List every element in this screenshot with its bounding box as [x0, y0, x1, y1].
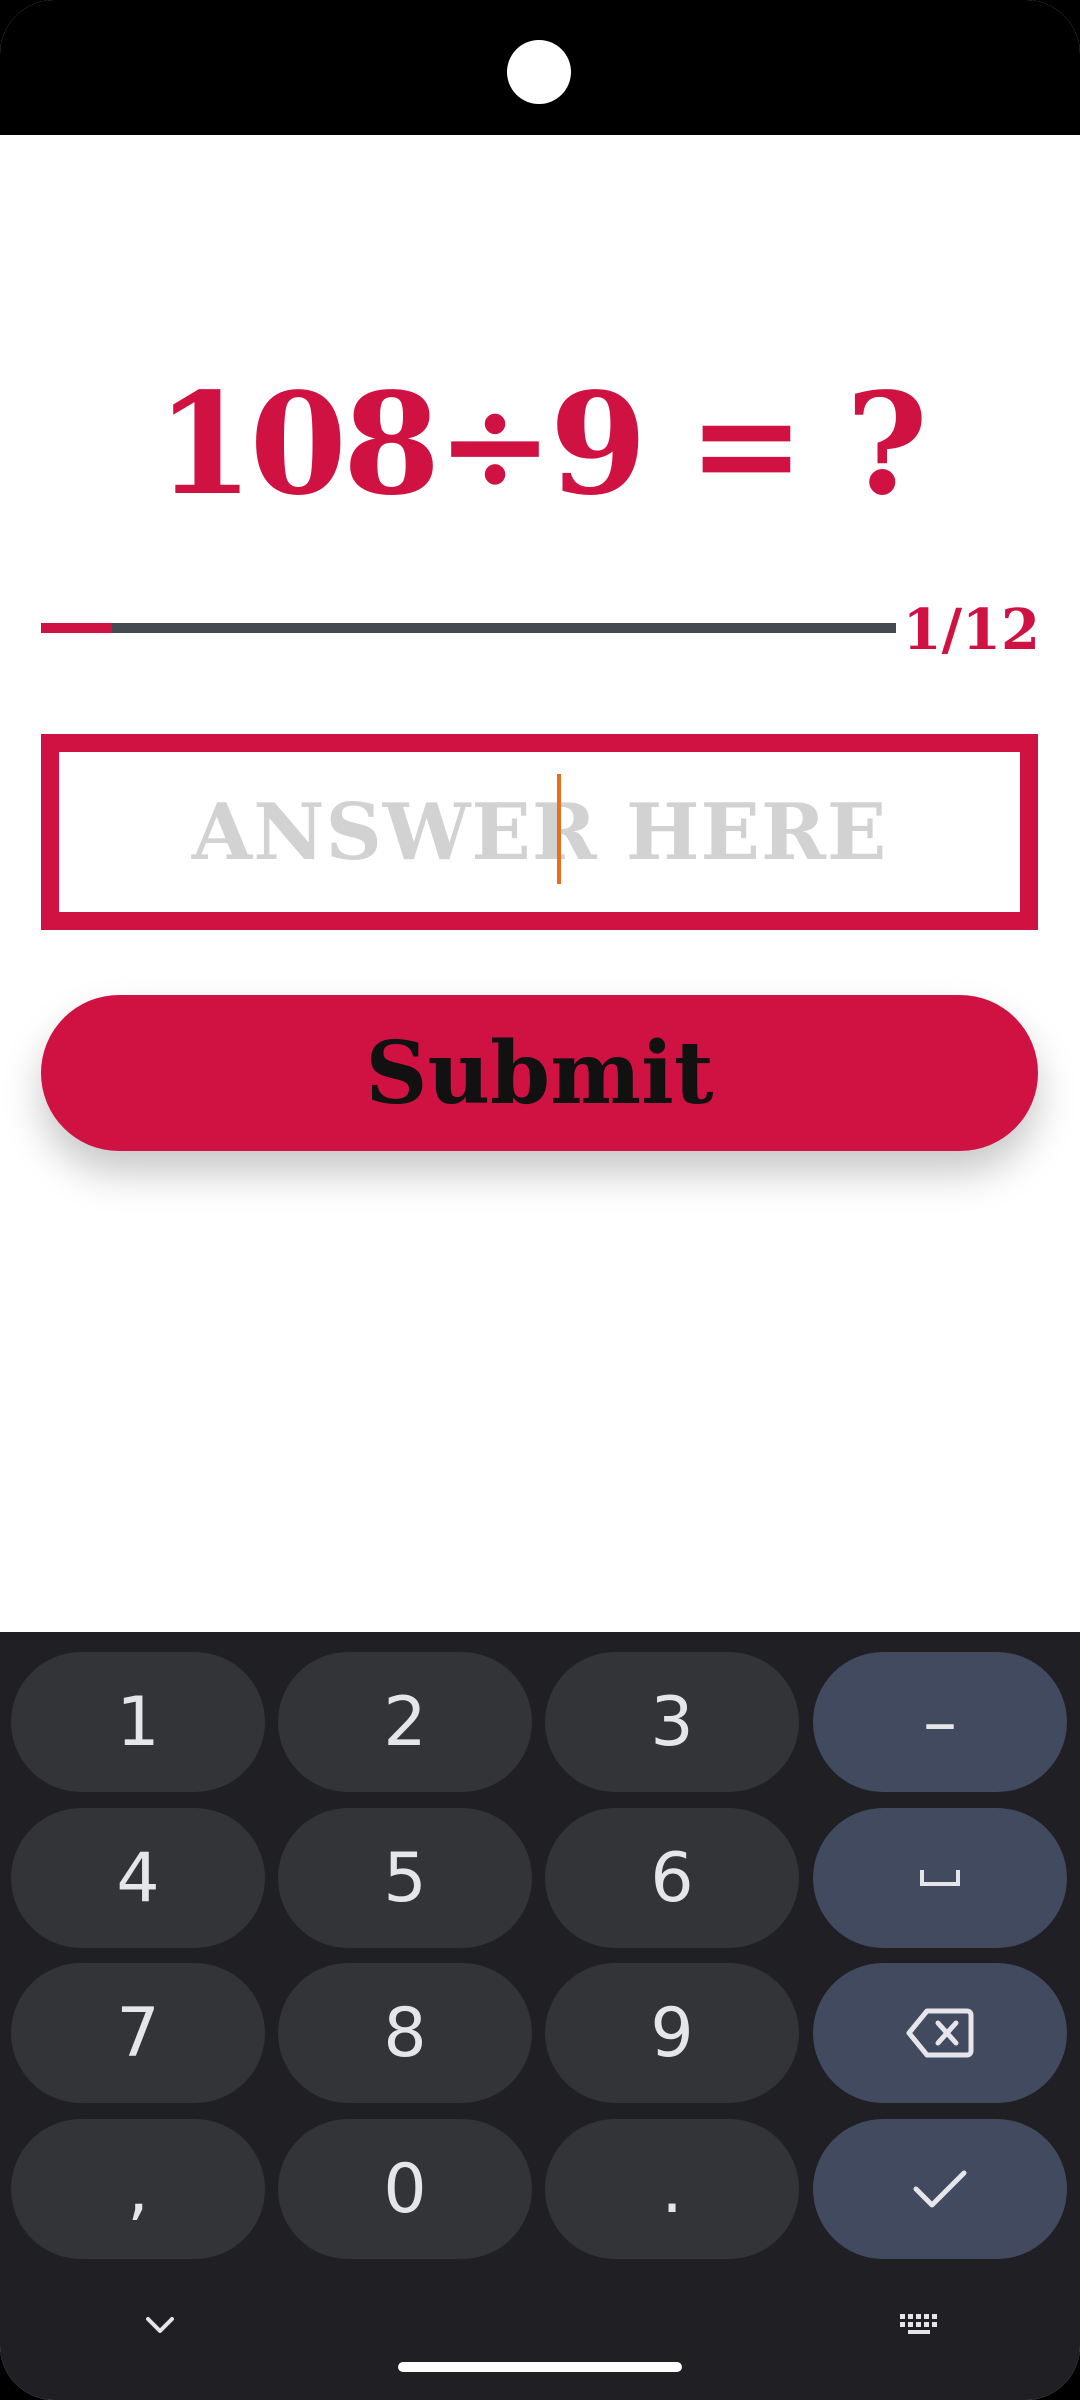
app-screen: 108÷9 = ? 1/12 ANSWER HERE Submit 1 2 3 …	[0, 0, 1080, 2400]
key-period[interactable]: .	[545, 2119, 799, 2259]
key-enter[interactable]	[813, 2119, 1067, 2259]
key-6[interactable]: 6	[545, 1808, 799, 1948]
key-5[interactable]: 5	[278, 1808, 532, 1948]
key-8[interactable]: 8	[278, 1963, 532, 2103]
key-comma[interactable]: ,	[11, 2119, 265, 2259]
progress-fill	[41, 623, 113, 633]
math-question: 108÷9 = ?	[156, 363, 928, 527]
keyboard-switch-icon	[900, 2314, 937, 2334]
home-indicator[interactable]	[398, 2362, 682, 2372]
chevron-down-icon	[146, 2317, 174, 2333]
key-backspace[interactable]	[813, 1963, 1067, 2103]
hide-keyboard-button[interactable]	[130, 2300, 190, 2350]
space-icon	[920, 1870, 960, 1886]
submit-button[interactable]: Submit	[41, 995, 1038, 1151]
backspace-icon	[906, 2008, 974, 2058]
key-0[interactable]: 0	[278, 2119, 532, 2259]
text-cursor	[557, 774, 561, 884]
answer-placeholder: ANSWER HERE	[191, 786, 888, 878]
switch-keyboard-button[interactable]	[890, 2300, 950, 2350]
front-camera-cutout	[507, 40, 571, 104]
answer-input[interactable]: ANSWER HERE	[41, 734, 1038, 930]
key-space[interactable]	[813, 1808, 1067, 1948]
key-2[interactable]: 2	[278, 1652, 532, 1792]
checkmark-icon	[913, 2170, 967, 2208]
key-7[interactable]: 7	[11, 1963, 265, 2103]
progress-counter: 1/12	[902, 597, 1040, 663]
key-4[interactable]: 4	[11, 1808, 265, 1948]
key-1[interactable]: 1	[11, 1652, 265, 1792]
keyboard-nav-bar	[0, 2285, 1080, 2400]
key-minus[interactable]: –	[813, 1652, 1067, 1792]
progress-bar	[41, 623, 896, 633]
key-3[interactable]: 3	[545, 1652, 799, 1792]
key-9[interactable]: 9	[545, 1963, 799, 2103]
status-bar	[0, 0, 1080, 135]
